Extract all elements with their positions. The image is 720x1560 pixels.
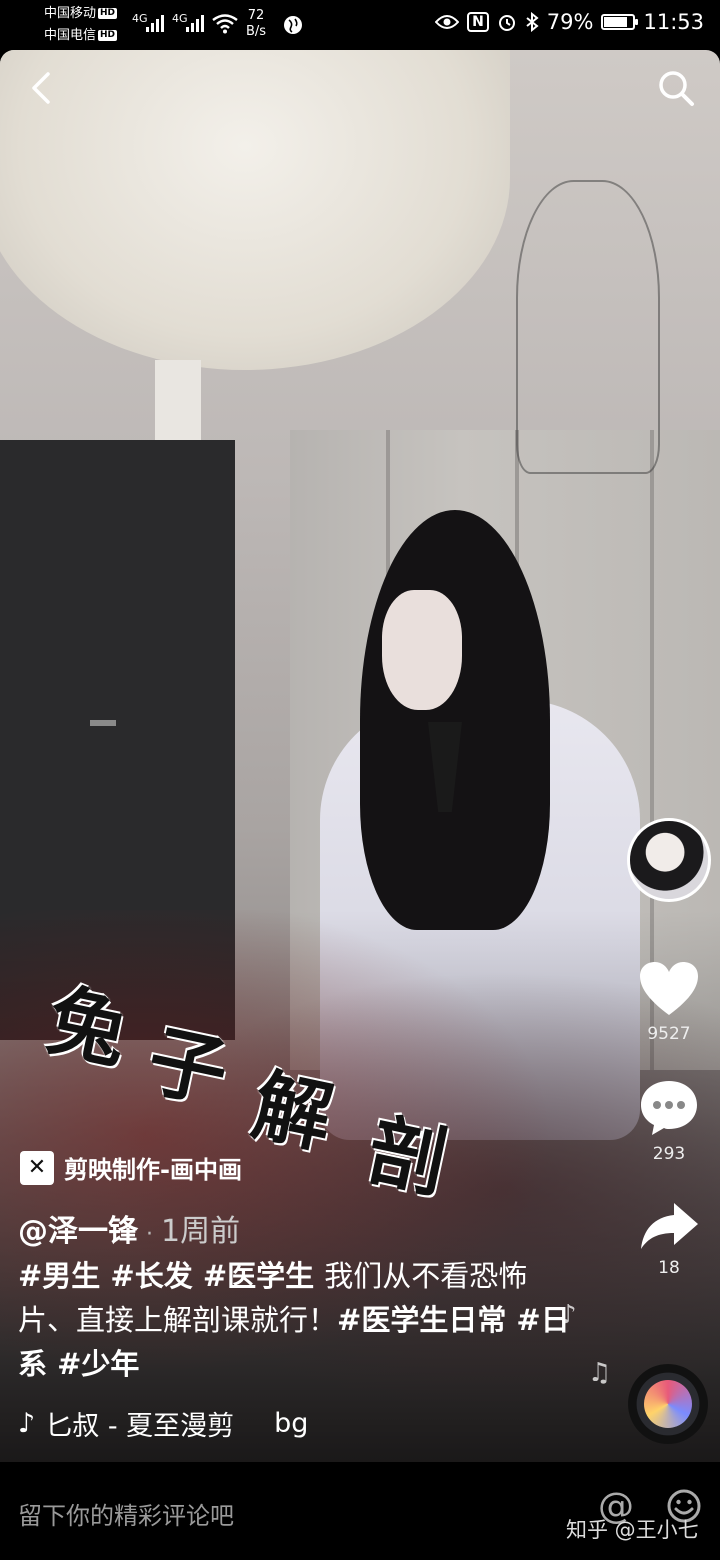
battery-fill [604,17,627,27]
like-count: 9527 [647,1024,691,1044]
title-char: 兔 [40,974,136,1080]
surgical-lamp [0,50,510,370]
network-speed-unit: B/s [246,24,267,39]
title-char: 子 [140,1014,236,1120]
clock: 11:53 [643,10,704,34]
eye-icon [435,15,460,29]
carrier-2-label: 中国电信 [44,28,97,43]
person-face [382,590,462,710]
hd-badge-2: HD [98,30,118,41]
heart-icon [640,962,698,1015]
capcut-icon: ✕ [20,1150,54,1185]
nfc-icon: N [467,12,489,32]
title-char: 解 [245,1059,341,1165]
signal-bars-1-icon [146,14,164,32]
music-note-icon: ♪ [18,1408,36,1439]
hashtag[interactable]: #长发 [110,1259,202,1293]
signal-bars-2-icon [186,14,204,32]
comment-input[interactable]: 留下你的精彩评论吧 [18,1496,234,1531]
comment-bar: 留下你的精彩评论吧 @ 知乎 @王小七 [0,1462,720,1560]
hashtag[interactable]: #少年 [57,1347,139,1381]
carrier-2: 中国电信 HD [44,28,118,44]
status-bar: 中国移动 HD 中国电信 HD 4G 4G 72 B/s N 79% 11:53 [0,0,720,50]
music-title: 匕叔 - 夏至漫剪 [45,1411,235,1442]
music-note-icon: ♫ [588,1358,612,1388]
person-hair [360,510,550,930]
wifi-icon [212,14,238,34]
music-extra: bg [274,1408,309,1439]
alarm-icon [498,15,515,31]
status-right: N 79% 11:53 [435,10,704,34]
chevron-left-icon[interactable] [22,68,62,108]
hd-badge-1: HD [98,8,118,19]
globe-icon [284,16,302,34]
like-button[interactable]: 9527 [630,960,708,1044]
hashtag[interactable]: #男生 [18,1259,110,1293]
carrier-1-label: 中国移动 [44,6,97,21]
music-disc-cover [644,1380,692,1428]
music-disc[interactable] [628,1364,708,1444]
comment-button[interactable]: 293 [630,1078,708,1164]
share-arrow-icon [641,1203,698,1249]
network-speed: 72 B/s [246,8,266,40]
wire-model [516,180,660,474]
battery-icon [601,14,639,30]
video-player[interactable]: 兔 子 解 剖 [0,50,720,1462]
hashtag[interactable]: #医学生 [203,1259,324,1293]
door-handle [90,720,116,726]
zhihu-watermark: 知乎 @王小七 [566,1518,699,1542]
bluetooth-icon [526,12,539,32]
comment-bubble-icon [641,1081,697,1135]
search-icon[interactable] [654,66,698,110]
separator-dot: · [146,1222,153,1247]
share-button[interactable]: 18 [630,1200,708,1278]
capcut-tag[interactable]: ✕ 剪映制作-画中画 [20,1150,242,1185]
music-info[interactable]: ♪ 匕叔 - 夏至漫剪 bg [18,1404,308,1443]
post-time: 1周前 [161,1214,241,1249]
video-description: #男生 #长发 #医学生 我们从不看恐怖片、直接上解剖课就行！#医学生日常 #日… [18,1254,578,1386]
author-name[interactable]: @泽一锋 [18,1214,138,1249]
carrier-1: 中国移动 HD [44,6,118,22]
author-avatar[interactable] [627,818,711,902]
battery-percent: 79% [546,10,594,34]
capcut-label: 剪映制作-画中画 [64,1156,242,1184]
share-count: 18 [658,1258,680,1278]
comment-count: 293 [652,1144,686,1164]
hashtag[interactable]: #医学生日常 [337,1303,516,1337]
author-line: @泽一锋 · 1周前 [18,1206,240,1250]
network-speed-value: 72 [247,8,265,23]
